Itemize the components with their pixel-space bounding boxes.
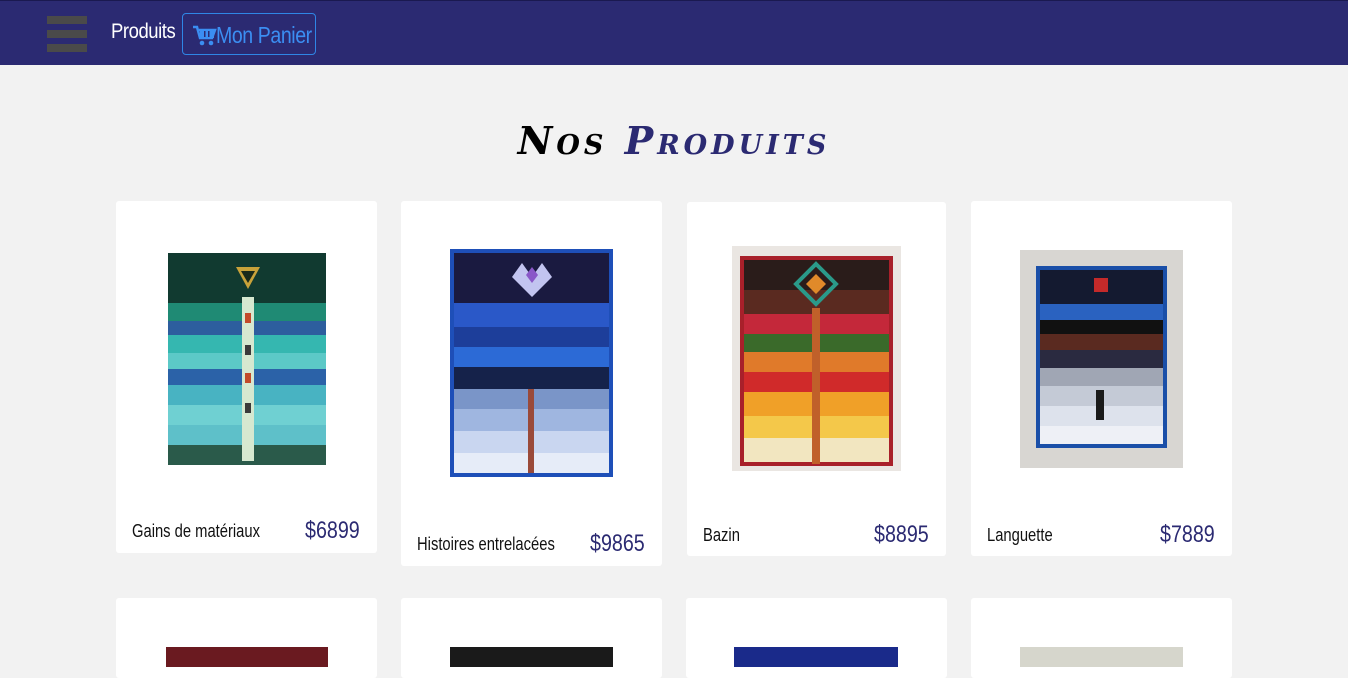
nav-link-produits[interactable]: Produits (111, 20, 176, 44)
product-image (1020, 647, 1183, 667)
product-card[interactable]: Bazin $8895 (687, 202, 946, 556)
product-name: Histoires entrelacées (417, 534, 555, 554)
product-price: $8895 (874, 521, 929, 548)
product-card[interactable] (686, 598, 947, 678)
product-name: Bazin (703, 525, 740, 545)
product-image (450, 647, 613, 667)
product-image (732, 246, 901, 471)
product-name: Gains de matériaux (132, 521, 260, 541)
shopping-cart-icon (193, 25, 217, 46)
product-price: $6899 (305, 517, 360, 544)
product-price: $9865 (590, 530, 645, 557)
product-image (450, 249, 613, 477)
product-image (168, 253, 326, 465)
product-image (1020, 250, 1183, 468)
page-title-word-1: Nos (517, 118, 608, 163)
cart-button[interactable]: Mon Panier (182, 13, 316, 55)
product-card[interactable] (971, 598, 1232, 678)
product-price: $7889 (1160, 521, 1215, 548)
product-image (734, 647, 898, 667)
product-image (166, 647, 328, 667)
product-card[interactable] (401, 598, 662, 678)
product-card[interactable] (116, 598, 377, 678)
hamburger-menu-icon[interactable] (47, 16, 87, 52)
product-name: Languette (987, 525, 1053, 545)
product-card[interactable]: Histoires entrelacées $9865 (401, 201, 662, 566)
top-navbar: Produits Mon Panier (0, 0, 1348, 65)
page-title: Nos Produits (0, 118, 1348, 163)
product-card[interactable]: Gains de matériaux $6899 (116, 201, 377, 553)
cart-button-label: Mon Panier (216, 22, 312, 48)
page-title-word-2: Produits (624, 118, 831, 163)
product-card[interactable]: Languette $7889 (971, 201, 1232, 556)
